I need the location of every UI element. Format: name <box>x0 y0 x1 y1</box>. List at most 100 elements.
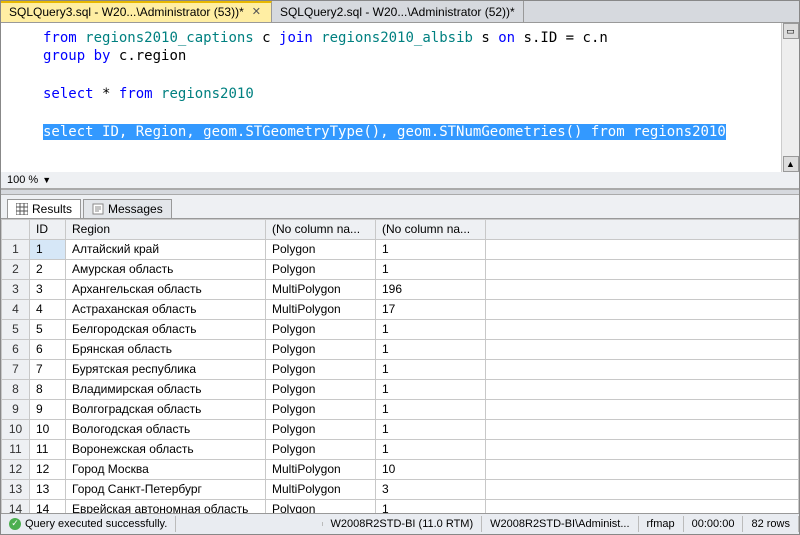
cell-id[interactable]: 8 <box>30 379 66 399</box>
cell-id[interactable]: 14 <box>30 499 66 512</box>
row-number[interactable]: 7 <box>2 359 30 379</box>
cell-geomtype[interactable]: Polygon <box>266 419 376 439</box>
table-row[interactable]: 11Алтайский крайPolygon1 <box>2 239 799 259</box>
row-number[interactable]: 1 <box>2 239 30 259</box>
cell-geomtype[interactable]: Polygon <box>266 359 376 379</box>
cell-id[interactable]: 6 <box>30 339 66 359</box>
cell-region[interactable]: Город Санкт-Петербург <box>66 479 266 499</box>
chevron-down-icon[interactable]: ▼ <box>42 175 51 185</box>
cell-region[interactable]: Белгородская область <box>66 319 266 339</box>
cell-geomtype[interactable]: Polygon <box>266 399 376 419</box>
sql-editor[interactable]: from regions2010_captions c join regions… <box>1 23 799 172</box>
table-row[interactable]: 99Волгоградская областьPolygon1 <box>2 399 799 419</box>
row-number[interactable]: 11 <box>2 439 30 459</box>
table-row[interactable]: 22Амурская областьPolygon1 <box>2 259 799 279</box>
col-id[interactable]: ID <box>30 219 66 239</box>
cell-geomtype[interactable]: MultiPolygon <box>266 479 376 499</box>
cell-numgeom[interactable]: 1 <box>376 239 486 259</box>
cell-geomtype[interactable]: MultiPolygon <box>266 299 376 319</box>
cell-region[interactable]: Астраханская область <box>66 299 266 319</box>
cell-region[interactable]: Волгоградская область <box>66 399 266 419</box>
cell-region[interactable]: Воронежская область <box>66 439 266 459</box>
cell-numgeom[interactable]: 1 <box>376 259 486 279</box>
table-row[interactable]: 77Бурятская республикаPolygon1 <box>2 359 799 379</box>
cell-geomtype[interactable]: Polygon <box>266 439 376 459</box>
cell-id[interactable]: 12 <box>30 459 66 479</box>
table-row[interactable]: 66Брянская областьPolygon1 <box>2 339 799 359</box>
table-row[interactable]: 1010Вологодская областьPolygon1 <box>2 419 799 439</box>
col-rownum[interactable] <box>2 219 30 239</box>
row-number[interactable]: 12 <box>2 459 30 479</box>
cell-geomtype[interactable]: Polygon <box>266 379 376 399</box>
table-row[interactable]: 55Белгородская областьPolygon1 <box>2 319 799 339</box>
row-number[interactable]: 5 <box>2 319 30 339</box>
cell-region[interactable]: Архангельская область <box>66 279 266 299</box>
cell-id[interactable]: 13 <box>30 479 66 499</box>
table-row[interactable]: 1313Город Санкт-ПетербургMultiPolygon3 <box>2 479 799 499</box>
row-number[interactable]: 9 <box>2 399 30 419</box>
cell-geomtype[interactable]: Polygon <box>266 239 376 259</box>
cell-geomtype[interactable]: MultiPolygon <box>266 459 376 479</box>
row-number[interactable]: 2 <box>2 259 30 279</box>
cell-numgeom[interactable]: 1 <box>376 379 486 399</box>
table-row[interactable]: 1212Город МоскваMultiPolygon10 <box>2 459 799 479</box>
tab-results[interactable]: Results <box>7 199 81 218</box>
cell-numgeom[interactable]: 196 <box>376 279 486 299</box>
cell-numgeom[interactable]: 10 <box>376 459 486 479</box>
row-number[interactable]: 10 <box>2 419 30 439</box>
cell-region[interactable]: Бурятская республика <box>66 359 266 379</box>
row-number[interactable]: 14 <box>2 499 30 512</box>
split-icon[interactable]: ▭ <box>783 23 799 39</box>
cell-numgeom[interactable]: 3 <box>376 479 486 499</box>
col-numgeom[interactable]: (No column na... <box>376 219 486 239</box>
row-number[interactable]: 8 <box>2 379 30 399</box>
cell-id[interactable]: 1 <box>30 239 66 259</box>
table-row[interactable]: 1414Еврейская автономная областьPolygon1 <box>2 499 799 512</box>
cell-numgeom[interactable]: 1 <box>376 319 486 339</box>
cell-id[interactable]: 5 <box>30 319 66 339</box>
cell-id[interactable]: 7 <box>30 359 66 379</box>
cell-numgeom[interactable]: 1 <box>376 439 486 459</box>
table-row[interactable]: 88Владимирская областьPolygon1 <box>2 379 799 399</box>
cell-id[interactable]: 9 <box>30 399 66 419</box>
cell-geomtype[interactable]: MultiPolygon <box>266 279 376 299</box>
cell-numgeom[interactable]: 1 <box>376 399 486 419</box>
tab-sqlquery3[interactable]: SQLQuery3.sql - W20...\Administrator (53… <box>1 1 272 22</box>
cell-numgeom[interactable]: 1 <box>376 339 486 359</box>
vertical-scrollbar[interactable]: ▭ ▲ <box>781 23 799 172</box>
cell-region[interactable]: Амурская область <box>66 259 266 279</box>
cell-id[interactable]: 2 <box>30 259 66 279</box>
cell-numgeom[interactable]: 1 <box>376 419 486 439</box>
cell-region[interactable]: Брянская область <box>66 339 266 359</box>
cell-id[interactable]: 3 <box>30 279 66 299</box>
table-row[interactable]: 44Астраханская областьMultiPolygon17 <box>2 299 799 319</box>
tab-messages[interactable]: Messages <box>83 199 172 218</box>
cell-id[interactable]: 4 <box>30 299 66 319</box>
tab-sqlquery2[interactable]: SQLQuery2.sql - W20...\Administrator (52… <box>272 1 524 22</box>
col-geomtype[interactable]: (No column na... <box>266 219 376 239</box>
cell-region[interactable]: Алтайский край <box>66 239 266 259</box>
cell-region[interactable]: Вологодская область <box>66 419 266 439</box>
table-row[interactable]: 1111Воронежская областьPolygon1 <box>2 439 799 459</box>
results-grid-wrap[interactable]: ID Region (No column na... (No column na… <box>1 219 799 513</box>
cell-id[interactable]: 10 <box>30 419 66 439</box>
cell-region[interactable]: Город Москва <box>66 459 266 479</box>
cell-region[interactable]: Еврейская автономная область <box>66 499 266 512</box>
cell-numgeom[interactable]: 1 <box>376 359 486 379</box>
cell-geomtype[interactable]: Polygon <box>266 259 376 279</box>
cell-geomtype[interactable]: Polygon <box>266 499 376 512</box>
cell-geomtype[interactable]: Polygon <box>266 339 376 359</box>
cell-numgeom[interactable]: 1 <box>376 499 486 512</box>
row-number[interactable]: 3 <box>2 279 30 299</box>
close-icon[interactable]: ✕ <box>250 5 263 18</box>
row-number[interactable]: 13 <box>2 479 30 499</box>
row-number[interactable]: 4 <box>2 299 30 319</box>
cell-id[interactable]: 11 <box>30 439 66 459</box>
cell-geomtype[interactable]: Polygon <box>266 319 376 339</box>
scroll-up-icon[interactable]: ▲ <box>783 156 799 172</box>
row-number[interactable]: 6 <box>2 339 30 359</box>
cell-region[interactable]: Владимирская область <box>66 379 266 399</box>
cell-numgeom[interactable]: 17 <box>376 299 486 319</box>
table-row[interactable]: 33Архангельская областьMultiPolygon196 <box>2 279 799 299</box>
col-region[interactable]: Region <box>66 219 266 239</box>
